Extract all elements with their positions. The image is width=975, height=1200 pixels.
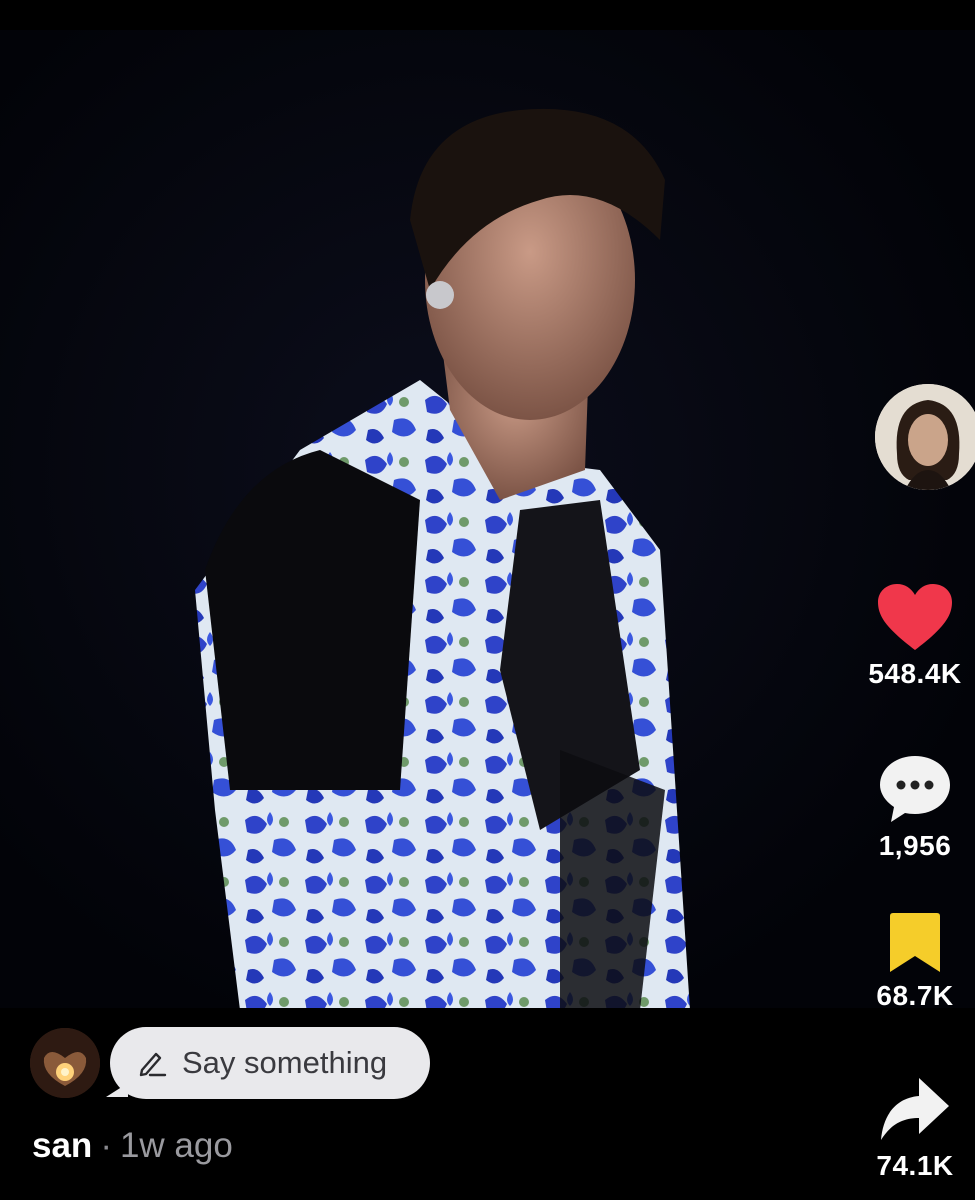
comment-placeholder: Say something [182,1045,388,1080]
share-button[interactable]: 74.1K [855,1076,975,1182]
bookmark-icon [890,913,940,972]
video-frame-image [0,30,975,1008]
pencil-icon [139,1052,167,1077]
save-button[interactable]: 68.7K [855,912,975,1012]
like-button[interactable]: 548.4K [855,582,975,690]
like-count: 548.4K [868,658,962,689]
comment-count: 1,956 [878,830,952,861]
comment-bubble-icon [880,756,950,822]
comment-input[interactable]: Say something [106,1027,430,1099]
creator-avatar[interactable] [875,384,975,490]
heart-icon [878,584,952,650]
comment-button[interactable]: 1,956 [855,752,975,862]
author-separator: · [100,1126,112,1165]
post-time: 1w ago [119,1126,233,1165]
share-count: 74.1K [876,1150,954,1181]
user-avatar-icon [30,1028,100,1098]
share-arrow-icon [881,1078,949,1140]
creator-avatar-icon [875,384,975,490]
action-rail: 548.4K 1,956 68.7K 74.1K [855,0,975,1200]
save-count: 68.7K [876,980,954,1011]
author-username[interactable]: san [32,1126,92,1165]
user-avatar[interactable] [30,1028,100,1098]
author-line: san · 1w ago [32,1126,233,1166]
video-player[interactable] [0,30,975,1008]
